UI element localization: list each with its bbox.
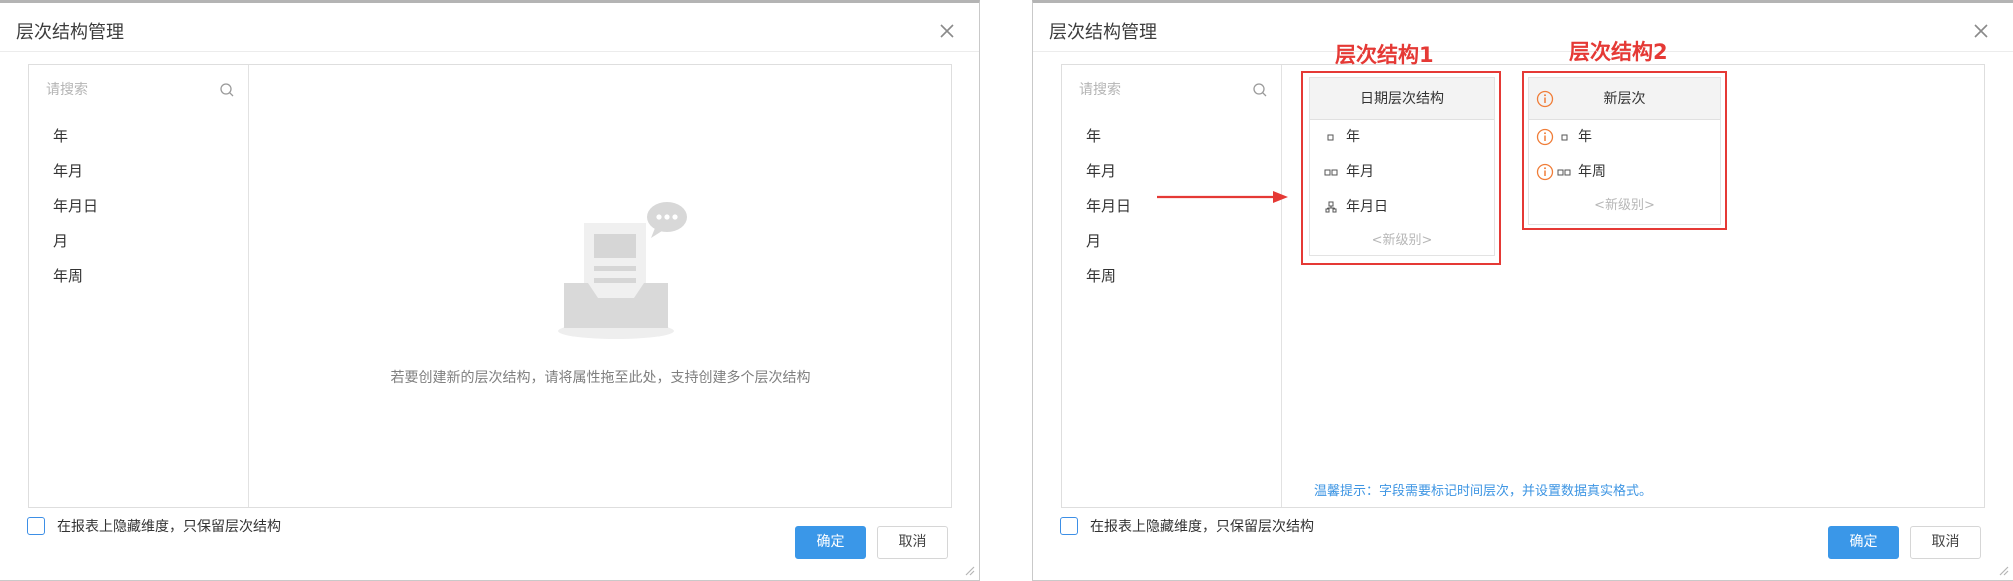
field-item-year-month[interactable]: 年月 (1086, 154, 1131, 189)
field-item-year[interactable]: 年 (1086, 119, 1131, 154)
field-list: 年 年月 年月日 月 年周 (1086, 119, 1131, 294)
close-icon[interactable] (1969, 19, 1993, 43)
field-item-year-month[interactable]: 年月 (53, 154, 98, 189)
annotation-label-2: 层次结构2 (1569, 40, 1668, 64)
field-item-year[interactable]: 年 (53, 119, 98, 154)
hierarchy-drop-area[interactable]: 若要创建新的层次结构，请将属性拖至此处，支持创建多个层次结构 (250, 65, 951, 507)
hint-message: 温馨提示：字段需要标记时间层次，并设置数据真实格式。 (1314, 484, 1653, 499)
field-item-year-month-day[interactable]: 年月日 (1086, 189, 1131, 224)
field-item-year-week[interactable]: 年周 (53, 259, 98, 294)
field-item-month[interactable]: 月 (1086, 224, 1131, 259)
search-icon[interactable] (1252, 82, 1268, 98)
search-box (1070, 75, 1274, 105)
confirm-button[interactable]: 确定 (1828, 526, 1899, 559)
header-divider (1033, 51, 2013, 52)
dialog-title: 层次结构管理 (1049, 22, 1157, 43)
header-divider (0, 51, 979, 52)
annotation-box-1 (1301, 71, 1501, 265)
hide-dimension-label: 在报表上隐藏维度，只保留层次结构 (57, 519, 281, 535)
field-list: 年 年月 年月日 月 年周 (53, 119, 98, 294)
empty-inbox-icon (558, 202, 687, 339)
resize-grip-icon[interactable] (1997, 564, 2009, 576)
dialog-content: 年 年月 年月日 月 年周 若要创建新的层次结构，请将属性拖至 (28, 64, 952, 508)
search-icon[interactable] (219, 82, 235, 98)
dialog-title: 层次结构管理 (16, 22, 124, 43)
close-icon[interactable] (935, 19, 959, 43)
cancel-button[interactable]: 取消 (877, 526, 948, 559)
field-sidebar: 年 年月 年月日 月 年周 (29, 65, 249, 507)
annotation-box-2 (1522, 71, 1727, 230)
hierarchy-dialog-empty: 层次结构管理 年 年月 年月日 月 年周 (0, 0, 980, 581)
hide-dimension-checkbox[interactable] (1060, 517, 1078, 535)
field-item-month[interactable]: 月 (53, 224, 98, 259)
confirm-button[interactable]: 确定 (795, 526, 866, 559)
annotation-arrow-icon (1157, 191, 1288, 203)
field-item-year-month-day[interactable]: 年月日 (53, 189, 98, 224)
hide-dimension-checkbox[interactable] (27, 517, 45, 535)
field-item-year-week[interactable]: 年周 (1086, 259, 1131, 294)
annotation-label-1: 层次结构1 (1335, 43, 1434, 67)
resize-grip-icon[interactable] (963, 564, 975, 576)
hide-dimension-label: 在报表上隐藏维度，只保留层次结构 (1090, 519, 1314, 535)
field-sidebar: 年 年月 年月日 月 年周 (1062, 65, 1282, 507)
cancel-button[interactable]: 取消 (1910, 526, 1981, 559)
search-box (37, 75, 241, 105)
search-input[interactable] (37, 75, 241, 105)
search-input[interactable] (1070, 75, 1274, 105)
empty-state-message: 若要创建新的层次结构，请将属性拖至此处，支持创建多个层次结构 (390, 370, 811, 386)
